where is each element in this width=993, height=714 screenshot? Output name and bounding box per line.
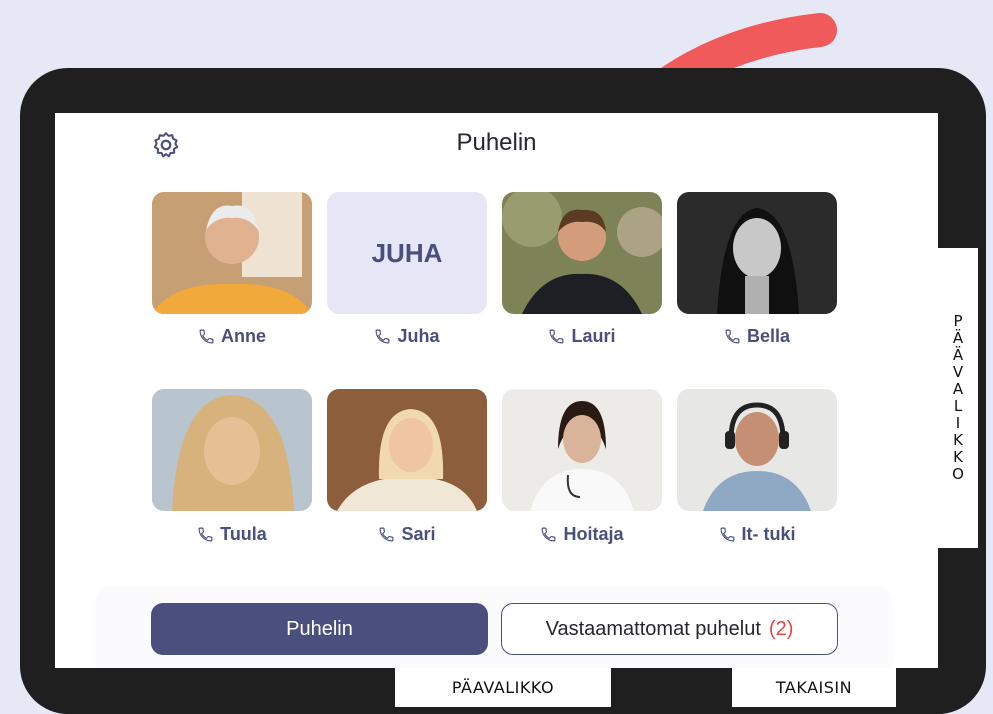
- phone-icon: [376, 329, 390, 344]
- contact-label-hoitaja[interactable]: Hoitaja: [502, 524, 662, 545]
- contact-card-tuula[interactable]: [152, 389, 312, 511]
- contact-name: Sari: [401, 524, 436, 544]
- phone-icon: [725, 329, 740, 344]
- side-label-letter: O: [952, 465, 964, 483]
- phone-screen: Puhelin JUHA Anne Juha Lauri Bella Tuula…: [55, 113, 938, 668]
- side-main-menu-label: P Ä Ä V A L I K K O: [952, 313, 964, 483]
- contact-card-lauri[interactable]: [502, 192, 662, 314]
- side-label-letter: P: [953, 312, 963, 330]
- side-label-letter: K: [953, 448, 963, 466]
- contact-card-sari[interactable]: [327, 389, 487, 511]
- contact-label-lauri[interactable]: Lauri: [502, 326, 662, 347]
- phone-icon: [199, 329, 214, 344]
- contact-photo: [677, 389, 837, 511]
- contact-photo: [152, 192, 312, 314]
- contact-label-it-tuki[interactable]: It- tuki: [677, 524, 837, 545]
- contact-card-bella[interactable]: [677, 192, 837, 314]
- phone-icon: [550, 329, 564, 344]
- contact-photo: [677, 192, 837, 314]
- phone-icon: [198, 527, 213, 542]
- contact-name: Tuula: [220, 524, 267, 544]
- phone-icon: [720, 527, 734, 542]
- contact-label-sari[interactable]: Sari: [327, 524, 487, 545]
- missed-calls-label: Vastaamattomat puhelut: [545, 617, 761, 640]
- main-menu-tab[interactable]: PÄAVALIKKO: [395, 668, 611, 707]
- side-label-letter: V: [952, 363, 964, 381]
- phone-icon: [542, 527, 556, 542]
- side-main-menu-tab[interactable]: P Ä Ä V A L I K K O: [938, 248, 978, 548]
- side-label-letter: I: [955, 414, 961, 432]
- side-label-letter: L: [953, 397, 963, 415]
- contact-photo: [327, 389, 487, 511]
- contact-name: Bella: [746, 326, 791, 346]
- page-title: Puhelin: [456, 129, 537, 156]
- phone-tab-button[interactable]: Puhelin: [151, 603, 488, 655]
- contact-card-juha[interactable]: JUHA: [327, 192, 487, 314]
- side-label-letter: K: [953, 431, 963, 449]
- contact-name: It- tuki: [741, 524, 796, 544]
- missed-calls-button[interactable]: Vastaamattomat puhelut (2): [501, 603, 838, 655]
- side-label-letter: A: [952, 380, 964, 398]
- initials-tile: JUHA: [327, 192, 487, 314]
- contact-label-juha[interactable]: Juha: [327, 326, 487, 347]
- contact-photo: [152, 389, 312, 511]
- contact-name: Hoitaja: [563, 524, 624, 544]
- back-tab[interactable]: TAKAISIN: [732, 668, 896, 707]
- phone-icon: [380, 527, 394, 542]
- missed-calls-count: (2): [768, 617, 794, 640]
- contact-card-it-tuki[interactable]: [677, 389, 837, 511]
- contact-card-anne[interactable]: [152, 192, 312, 314]
- contact-name: Juha: [397, 326, 440, 346]
- contact-label-tuula[interactable]: Tuula: [152, 524, 312, 545]
- side-label-letter: Ä: [952, 329, 964, 347]
- contact-label-bella[interactable]: Bella: [677, 326, 837, 347]
- contact-label-anne[interactable]: Anne: [152, 326, 312, 347]
- contact-card-hoitaja[interactable]: [502, 389, 662, 511]
- contact-name: Anne: [221, 326, 266, 346]
- side-label-letter: Ä: [952, 346, 964, 364]
- contact-photo: [502, 192, 662, 314]
- contact-name: Lauri: [571, 326, 616, 346]
- contact-photo: [502, 389, 662, 511]
